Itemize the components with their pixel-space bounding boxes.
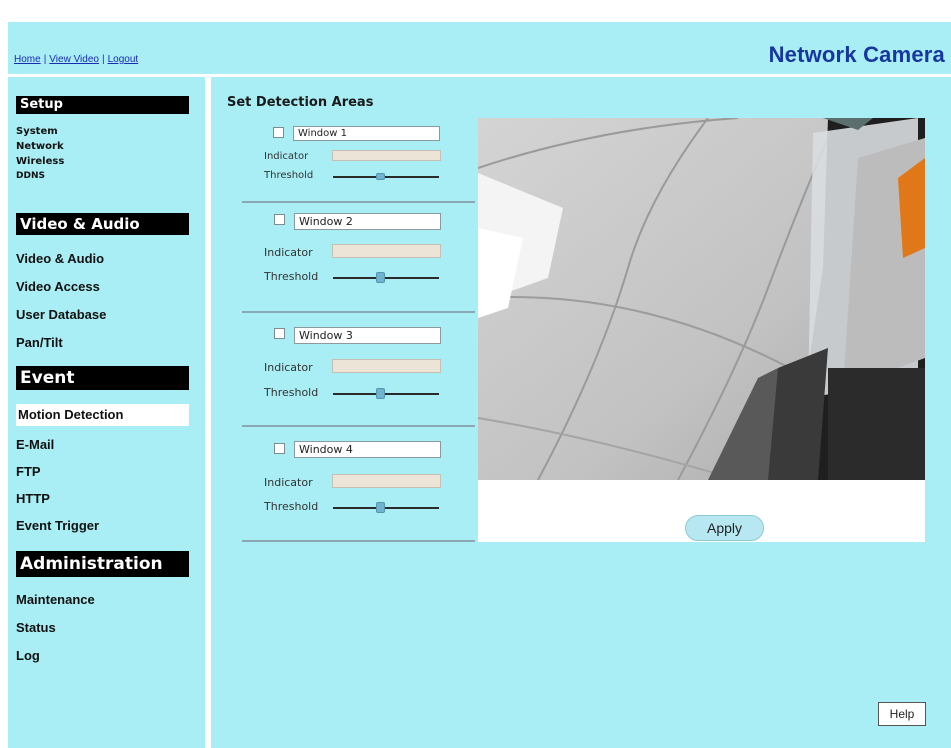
window-4-threshold-slider[interactable] [333,507,439,509]
sidebar-item-email[interactable]: E-Mail [16,437,54,452]
window-3-threshold-knob[interactable] [376,388,386,399]
sidebar-divider [205,77,211,748]
window-1-threshold-slider[interactable] [333,176,439,178]
window-4-threshold-knob[interactable] [376,502,386,513]
view-video-link[interactable]: View Video [49,54,99,65]
window-4-divider [242,540,475,542]
sidebar-item-event-trigger[interactable]: Event Trigger [16,518,99,533]
window-2-indicator-label: Indicator [264,246,313,259]
sidebar-item-log[interactable]: Log [16,648,40,663]
window-3-indicator-label: Indicator [264,361,313,374]
home-link[interactable]: Home [14,54,41,65]
window-2-checkbox[interactable] [274,214,285,225]
window-2-name-field[interactable]: Window 2 [294,213,441,230]
window-1-threshold-label: Threshold [264,170,314,181]
window-2-indicator-bar [332,244,441,258]
window-4-threshold-label: Threshold [264,500,319,513]
window-3-threshold-slider[interactable] [333,393,439,395]
window-2-threshold-knob[interactable] [376,272,386,283]
sidebar-item-network[interactable]: Network [16,141,64,152]
window-2-divider [242,311,475,313]
brand-title: Network Camera [768,42,945,67]
link-separator: | [43,54,47,65]
video-preview[interactable] [478,118,925,480]
sidebar-item-ddns[interactable]: DDNS [16,171,45,181]
window-1-indicator-bar [332,150,441,161]
window-2-threshold-label: Threshold [264,270,319,283]
window-4-name-field[interactable]: Window 4 [294,441,441,458]
sidebar-item-motion-detection[interactable]: Motion Detection [16,404,189,426]
camera-image [478,118,925,480]
window-4-indicator-label: Indicator [264,476,313,489]
sidebar-item-video-audio[interactable]: Video & Audio [16,251,104,266]
top-nav-links: Home | View Video | Logout [14,54,138,65]
window-4-indicator-bar [332,474,441,488]
sidebar-item-user-database[interactable]: User Database [16,307,106,322]
sidebar-item-maintenance[interactable]: Maintenance [16,592,95,607]
link-separator: | [101,54,105,65]
header-divider [8,74,951,77]
sidebar-item-ftp[interactable]: FTP [16,464,41,479]
help-button[interactable]: Help [878,702,926,726]
window-2-threshold-slider[interactable] [333,277,439,279]
window-1-indicator-label: Indicator [264,151,309,162]
sidebar-item-http[interactable]: HTTP [16,491,50,506]
logout-link[interactable]: Logout [108,54,139,65]
section-header-administration: Administration [16,551,189,577]
apply-button[interactable]: Apply [685,515,764,541]
window-1-name-field[interactable]: Window 1 [293,126,440,141]
window-3-name-field[interactable]: Window 3 [294,327,441,344]
window-1-divider [242,201,475,203]
page-title: Set Detection Areas [227,95,374,110]
sidebar-item-system[interactable]: System [16,126,58,137]
sidebar-item-status[interactable]: Status [16,620,56,635]
sidebar-item-pan-tilt[interactable]: Pan/Tilt [16,335,63,350]
section-header-setup: Setup [16,96,189,114]
window-3-indicator-bar [332,359,441,373]
window-3-threshold-label: Threshold [264,386,319,399]
window-1-checkbox[interactable] [273,127,284,138]
window-1-threshold-knob[interactable] [376,173,386,180]
section-header-event: Event [16,366,189,390]
window-4-checkbox[interactable] [274,443,285,454]
window-3-divider [242,425,475,427]
sidebar-item-video-access[interactable]: Video Access [16,279,100,294]
sidebar-item-wireless[interactable]: Wireless [16,156,64,167]
section-header-video-audio: Video & Audio [16,213,189,235]
window-3-checkbox[interactable] [274,328,285,339]
